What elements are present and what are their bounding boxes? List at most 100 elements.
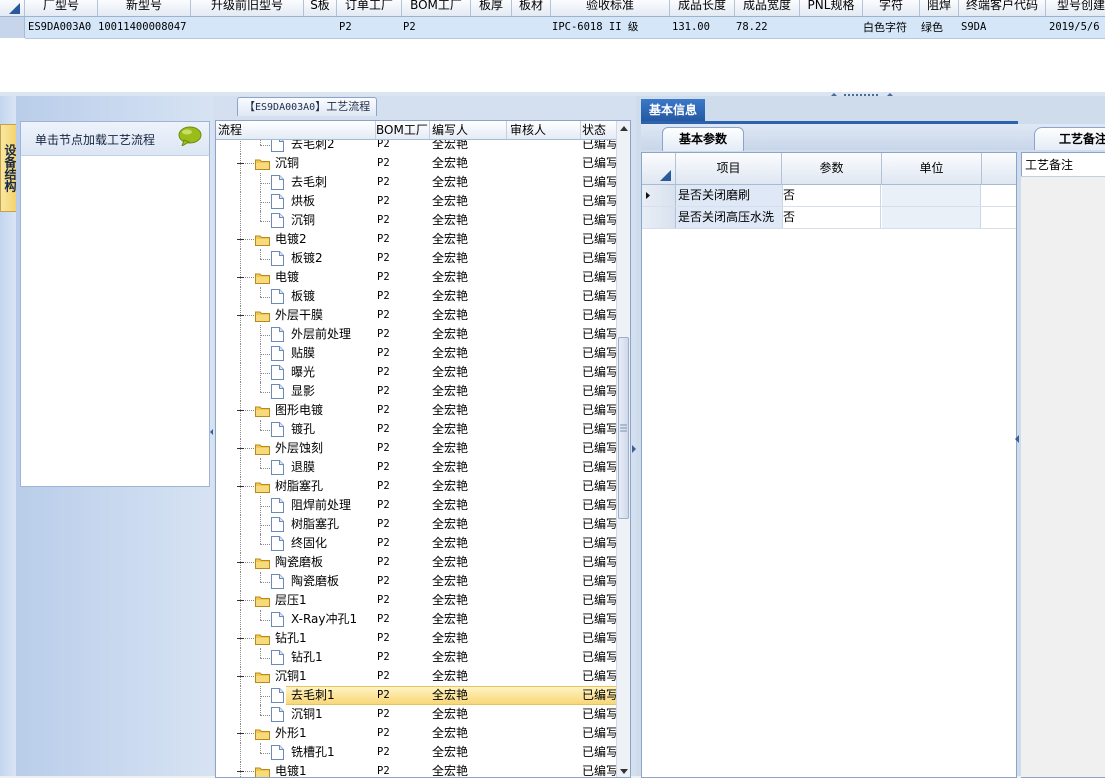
tree-node-row[interactable]: 沉铜 P2 全宏艳 已编写 [216, 211, 616, 230]
tree-guide [245, 733, 254, 734]
col-header-customer-code[interactable]: 终端客户代码 [959, 0, 1046, 16]
tree-node-row[interactable]: 外层蚀刻 P2 全宏艳 已编写 [216, 439, 616, 458]
tree-node-row[interactable]: 镀孔 P2 全宏艳 已编写 [216, 420, 616, 439]
col-header-old-model[interactable]: 升级前旧型号 [191, 0, 304, 16]
tree-node-row[interactable]: 电镀 P2 全宏艳 已编写 [216, 268, 616, 287]
row-indicator[interactable] [642, 207, 676, 228]
tree-node-row[interactable]: 板镀 P2 全宏艳 已编写 [216, 287, 616, 306]
tree-node-row[interactable]: 树脂塞孔 P2 全宏艳 已编写 [216, 515, 616, 534]
row-indicator[interactable] [642, 185, 676, 206]
tree-node-row[interactable]: 沉铜1 P2 全宏艳 已编写 [216, 667, 616, 686]
col-header-material[interactable]: 板材 [512, 0, 551, 16]
tree-col-reviewer[interactable]: 审核人 [508, 121, 581, 139]
param-col-unit[interactable]: 单位 [882, 153, 982, 185]
tree-node-row[interactable]: X-Ray冲孔1 P2 全宏艳 已编写 [216, 610, 616, 629]
tree-col-bom[interactable]: BOM工厂 [374, 121, 430, 139]
col-header-new-model[interactable]: 新型号 [98, 0, 191, 16]
sidebar-tree-area[interactable] [20, 121, 210, 487]
expand-toggle-icon[interactable] [236, 273, 245, 282]
param-col-item[interactable]: 项目 [676, 153, 782, 185]
notes-content[interactable] [1021, 176, 1105, 777]
tree-node-row[interactable]: 电镀2 P2 全宏艳 已编写 [216, 230, 616, 249]
tree-cell-status: 已编写 [582, 175, 616, 189]
col-header-acceptance[interactable]: 验收标准 [551, 0, 670, 16]
tab-basic-info[interactable]: 基本信息 [641, 99, 705, 121]
product-row[interactable]: ES9DA003A0 10011400008047 P2 P2 IPC-6018… [25, 17, 1105, 39]
collapse-right-arrow-icon[interactable] [1015, 435, 1019, 443]
expand-toggle-icon[interactable] [236, 482, 245, 491]
tree-node-row[interactable]: 去毛刺1 P2 全宏艳 已编写 [216, 686, 616, 705]
tree-node-row[interactable]: 陶瓷磨板 P2 全宏艳 已编写 [216, 553, 616, 572]
col-header-order-factory[interactable]: 订单工厂 [337, 0, 402, 16]
tree-node-label: 陶瓷磨板 [275, 555, 324, 569]
tree-node-row[interactable]: 外层干膜 P2 全宏艳 已编写 [216, 306, 616, 325]
tree-node-row[interactable]: 钻孔1 P2 全宏艳 已编写 [216, 648, 616, 667]
expand-toggle-icon[interactable] [236, 596, 245, 605]
tree-scroll-thumb[interactable] [618, 337, 629, 519]
expand-toggle-icon[interactable] [236, 729, 245, 738]
tree-node-row[interactable]: 板镀2 P2 全宏艳 已编写 [216, 249, 616, 268]
col-header-width[interactable]: 成品宽度 [735, 0, 800, 16]
col-header-created[interactable]: 型号创建 [1046, 0, 1105, 16]
tree-node-row[interactable]: 陶瓷磨板 P2 全宏艳 已编写 [216, 572, 616, 591]
param-row[interactable]: 是否关闭高压水洗 否 [642, 207, 1016, 229]
tree-node-row[interactable]: 树脂塞孔 P2 全宏艳 已编写 [216, 477, 616, 496]
expand-toggle-icon[interactable] [236, 672, 245, 681]
col-header-length[interactable]: 成品长度 [670, 0, 735, 16]
tab-basic-params[interactable]: 基本参数 [662, 127, 744, 151]
tree-node-row[interactable]: 退膜 P2 全宏艳 已编写 [216, 458, 616, 477]
tree-node-label: 去毛刺 [291, 175, 328, 189]
tree-scrollbar[interactable] [616, 121, 630, 777]
scroll-down-icon[interactable] [620, 769, 628, 774]
col-header-bom-factory[interactable]: BOM工厂 [402, 0, 471, 16]
col-header-thickness[interactable]: 板厚 [471, 0, 512, 16]
tree-node-row[interactable]: 沉铜 P2 全宏艳 已编写 [216, 154, 616, 173]
tree-cell-bom: P2 [377, 575, 390, 587]
param-value[interactable]: 否 [783, 185, 881, 206]
tree-node-row[interactable]: 铣槽孔1 P2 全宏艳 已编写 [216, 743, 616, 762]
tree-node-row[interactable]: 终固化 P2 全宏艳 已编写 [216, 534, 616, 553]
param-unit[interactable] [882, 185, 981, 206]
expand-toggle-icon[interactable] [236, 159, 245, 168]
tree-node-row[interactable]: 显影 P2 全宏艳 已编写 [216, 382, 616, 401]
select-all-corner[interactable] [0, 0, 25, 16]
param-value[interactable]: 否 [783, 207, 881, 228]
expand-toggle-icon[interactable] [236, 767, 245, 776]
tree-node-row[interactable]: 沉铜1 P2 全宏艳 已编写 [216, 705, 616, 724]
tree-node-row[interactable]: 层压1 P2 全宏艳 已编写 [216, 591, 616, 610]
expand-toggle-icon[interactable] [236, 558, 245, 567]
expand-toggle-icon[interactable] [236, 311, 245, 320]
expand-toggle-icon[interactable] [236, 406, 245, 415]
param-unit[interactable] [882, 207, 981, 228]
tree-col-status[interactable]: 状态 [580, 121, 618, 139]
param-row[interactable]: 是否关闭磨刷 否 [642, 185, 1016, 207]
tree-node-row[interactable]: 外形1 P2 全宏艳 已编写 [216, 724, 616, 743]
row-selector[interactable] [0, 17, 25, 38]
tree-guide [260, 534, 261, 544]
tree-node-row[interactable]: 去毛刺 P2 全宏艳 已编写 [216, 173, 616, 192]
col-header-character[interactable]: 字符 [863, 0, 920, 16]
tree-node-row[interactable]: 贴膜 P2 全宏艳 已编写 [216, 344, 616, 363]
col-header-pnl[interactable]: PNL规格 [800, 0, 863, 16]
process-flow-tree[interactable]: 去毛刺2 P2 全宏艳 已编写 沉铜 P2 全宏艳 已编写 去毛刺 P2 全宏艳 已编写 烘板 P2 全宏艳… [215, 120, 631, 778]
param-col-value[interactable]: 参数 [782, 153, 882, 185]
expand-toggle-icon[interactable] [236, 235, 245, 244]
tree-node-row[interactable]: 烘板 P2 全宏艳 已编写 [216, 192, 616, 211]
tree-node-row[interactable]: 阻焊前处理 P2 全宏艳 已编写 [216, 496, 616, 515]
tree-col-flow[interactable]: 流程 [216, 121, 376, 139]
col-header-solder-mask[interactable]: 阻焊 [920, 0, 959, 16]
tree-col-writer[interactable]: 编写人 [430, 121, 507, 139]
tree-cell-bom: P2 [377, 404, 390, 416]
col-header-factory-model[interactable]: 厂型号 [25, 0, 98, 16]
tree-node-row[interactable]: 曝光 P2 全宏艳 已编写 [216, 363, 616, 382]
document-icon [271, 327, 284, 342]
col-header-s-board[interactable]: S板 [304, 0, 337, 16]
expand-toggle-icon[interactable] [236, 634, 245, 643]
scroll-up-icon[interactable] [620, 126, 628, 131]
expand-toggle-icon[interactable] [236, 444, 245, 453]
param-grid-corner[interactable] [642, 153, 676, 185]
tree-node-row[interactable]: 外层前处理 P2 全宏艳 已编写 [216, 325, 616, 344]
tab-process-notes[interactable]: 工艺备注 [1034, 127, 1105, 150]
tree-node-row[interactable]: 钻孔1 P2 全宏艳 已编写 [216, 629, 616, 648]
tree-node-row[interactable]: 图形电镀 P2 全宏艳 已编写 [216, 401, 616, 420]
